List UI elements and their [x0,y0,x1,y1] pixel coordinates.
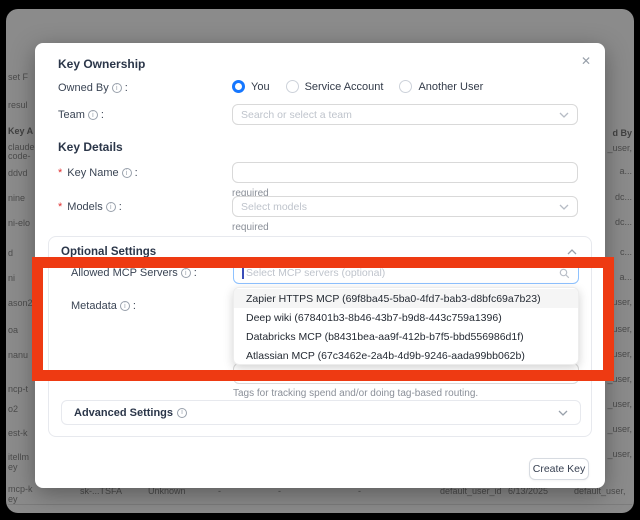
bg-fragment: a... [619,272,632,282]
dropdown-option-atlassian[interactable]: Atlassian MCP (67c3462e-2a4b-4d9b-9246-a… [234,346,578,365]
advanced-settings-toggle[interactable]: Advanced Settings i [61,400,581,425]
bg-fragment: _user, [607,424,632,434]
tags-select[interactable] [233,363,579,384]
bg-fragment: mcp-k [8,484,33,494]
dropdown-option-zapier[interactable]: Zapier HTTPS MCP (69f8ba45-5ba0-4fd7-bab… [234,289,578,308]
team-label: Team i : [58,109,104,121]
metadata-label: Metadata i : [71,300,136,312]
bg-fragment: c... [620,247,632,257]
owned-by-radio-group: You Service Account Another User [232,80,491,93]
bg-fragment: _user, [607,374,632,384]
bg-fragment: _user, [607,143,632,153]
text-caret [242,268,244,279]
key-ownership-modal: Key Ownership ✕ Owned By i : You Service… [35,43,605,488]
dropdown-option-deep-wiki[interactable]: Deep wiki (678401b3-8b46-43b7-b9d8-443c7… [234,308,578,327]
mcp-servers-input[interactable] [246,267,559,279]
bg-fragment: ni-elo [8,218,30,228]
radio-unselected-icon [399,80,412,93]
owned-by-label: Owned By i : [58,82,128,94]
info-icon: i [122,168,132,178]
info-icon: i [97,370,107,380]
chevron-up-icon[interactable] [567,249,577,255]
info-icon: i [112,83,122,93]
radio-unselected-icon [286,80,299,93]
bg-fragment: ey [8,462,18,472]
chevron-down-icon [559,204,569,210]
advanced-settings-heading: Advanced Settings [74,407,173,419]
bg-fragment: resul [8,100,28,110]
bg-fragment: set F [8,72,28,82]
bg-fragment: ni [8,273,15,283]
chevron-down-icon [558,410,568,416]
close-icon[interactable]: ✕ [577,52,595,70]
bg-fragment: a... [619,166,632,176]
bg-fragment: _user, [607,399,632,409]
dropdown-option-databricks[interactable]: Databricks MCP (b8431bea-aa9f-412b-b7f5-… [234,327,578,346]
radio-you[interactable]: You [232,80,270,93]
create-key-button[interactable]: Create Key [529,458,589,480]
info-icon: i [120,301,130,311]
info-icon: i [181,268,191,278]
info-icon: i [106,202,116,212]
team-select-input[interactable] [241,109,559,121]
bg-fragment: ddvd [8,168,28,178]
bg-fragment: dc... [615,192,632,202]
bg-fragment: oa [8,325,18,335]
bg-fragment: d [8,248,13,258]
radio-another-user[interactable]: Another User [399,80,483,93]
models-required-hint: required [232,222,269,233]
bg-fragment: est-k [8,428,28,438]
tags-label: Tags i : [71,369,113,381]
modal-title: Key Ownership [58,57,145,71]
bg-fragment: ncp-t [8,384,28,394]
bg-table-divider [8,504,632,505]
radio-service-account[interactable]: Service Account [286,80,384,93]
bg-fragment: _user, [607,449,632,459]
key-details-heading: Key Details [58,140,123,154]
bg-fragment: ason2 [8,298,33,308]
bg-fragment: itellm [8,452,29,462]
optional-settings-heading: Optional Settings [61,246,156,258]
team-select[interactable] [232,104,578,125]
models-label: * Models i : [58,201,122,213]
search-icon [559,268,570,279]
tags-helper-text: Tags for tracking spend and/or doing tag… [233,388,478,399]
mcp-servers-dropdown: Zapier HTTPS MCP (69f8ba45-5ba0-4fd7-bab… [233,287,579,365]
radio-selected-icon [232,80,245,93]
key-name-field[interactable] [232,162,578,183]
bg-fragment: user, [612,349,632,359]
chevron-down-icon [560,371,570,377]
key-name-input[interactable] [241,167,569,179]
info-icon: i [88,110,98,120]
optional-settings-panel: Optional Settings Allowed MCP Servers i … [48,236,592,437]
chevron-down-icon [559,112,569,118]
bg-fragment: code- [8,151,31,161]
models-select[interactable] [232,196,578,217]
key-name-label: * Key Name i : [58,167,138,179]
models-select-input[interactable] [241,201,559,213]
bg-fragment: d By [612,128,632,138]
tags-input[interactable] [242,368,560,380]
mcp-servers-label: Allowed MCP Servers i : [71,267,197,279]
bg-fragment: user, [612,324,632,334]
mcp-servers-select[interactable] [233,262,579,284]
bg-fragment: nanu [8,350,28,360]
bg-fragment: o2 [8,404,18,414]
bg-fragment: dc... [615,217,632,227]
bg-fragment: ey [8,494,18,504]
bg-fragment: user, [612,297,632,307]
bg-fragment: Key A [8,126,33,136]
bg-fragment: nine [8,193,25,203]
info-icon: i [177,408,187,418]
